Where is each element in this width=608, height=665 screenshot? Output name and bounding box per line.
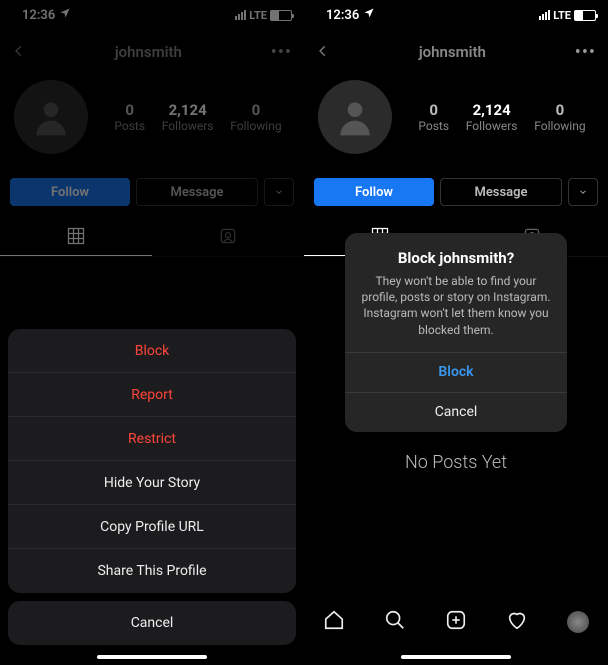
location-icon <box>363 7 375 23</box>
nav-profile-avatar[interactable] <box>567 611 589 633</box>
bottom-tab-bar <box>304 599 608 645</box>
avatar[interactable] <box>318 80 392 154</box>
nav-home-icon[interactable] <box>323 609 345 635</box>
menu-hide-story[interactable]: Hide Your Story <box>8 461 296 505</box>
status-time: 12:36 <box>326 8 359 23</box>
nav-search-icon[interactable] <box>384 609 406 635</box>
menu-report[interactable]: Report <box>8 373 296 417</box>
suggestions-toggle[interactable] <box>568 178 598 206</box>
nav-header: johnsmith ••• <box>304 30 608 74</box>
follow-button[interactable]: Follow <box>314 178 434 206</box>
phone-right: 12:36 LTE johnsmith ••• 0 Posts 2,124 Fo… <box>304 0 608 665</box>
back-button[interactable] <box>316 43 330 62</box>
block-confirm-alert: Block johnsmith? They won't be able to f… <box>345 233 567 432</box>
menu-copy-url[interactable]: Copy Profile URL <box>8 505 296 549</box>
profile-header: 0 Posts 2,124 Followers 0 Following <box>304 74 608 164</box>
stat-following[interactable]: 0 Following <box>534 101 585 133</box>
phone-left: 12:36 LTE johnsmith ••• 0 Posts 2,124 Fo… <box>0 0 304 665</box>
alert-body: They won't be able to find your profile,… <box>345 273 567 352</box>
message-button[interactable]: Message <box>440 178 562 206</box>
network-label: LTE <box>553 9 571 22</box>
alert-cancel-button[interactable]: Cancel <box>345 392 567 432</box>
home-indicator[interactable] <box>97 655 207 659</box>
no-posts-label: No Posts Yet <box>304 452 608 473</box>
stat-followers[interactable]: 2,124 Followers <box>466 101 518 133</box>
header-username: johnsmith <box>419 43 486 61</box>
stat-posts[interactable]: 0 Posts <box>418 101 449 133</box>
menu-cancel[interactable]: Cancel <box>8 601 296 645</box>
menu-restrict[interactable]: Restrict <box>8 417 296 461</box>
nav-create-icon[interactable] <box>445 609 467 635</box>
alert-block-button[interactable]: Block <box>345 352 567 392</box>
more-options-button[interactable]: ••• <box>575 42 596 63</box>
status-bar: 12:36 LTE <box>304 0 608 30</box>
action-buttons-row: Follow Message <box>304 164 608 216</box>
menu-block[interactable]: Block <box>8 329 296 373</box>
home-indicator[interactable] <box>401 655 511 659</box>
nav-activity-icon[interactable] <box>506 609 528 635</box>
action-sheet: Block Report Restrict Hide Your Story Co… <box>8 329 296 645</box>
signal-icon <box>539 10 550 20</box>
menu-share[interactable]: Share This Profile <box>8 549 296 593</box>
battery-icon <box>574 10 596 21</box>
alert-title: Block johnsmith? <box>345 233 567 273</box>
